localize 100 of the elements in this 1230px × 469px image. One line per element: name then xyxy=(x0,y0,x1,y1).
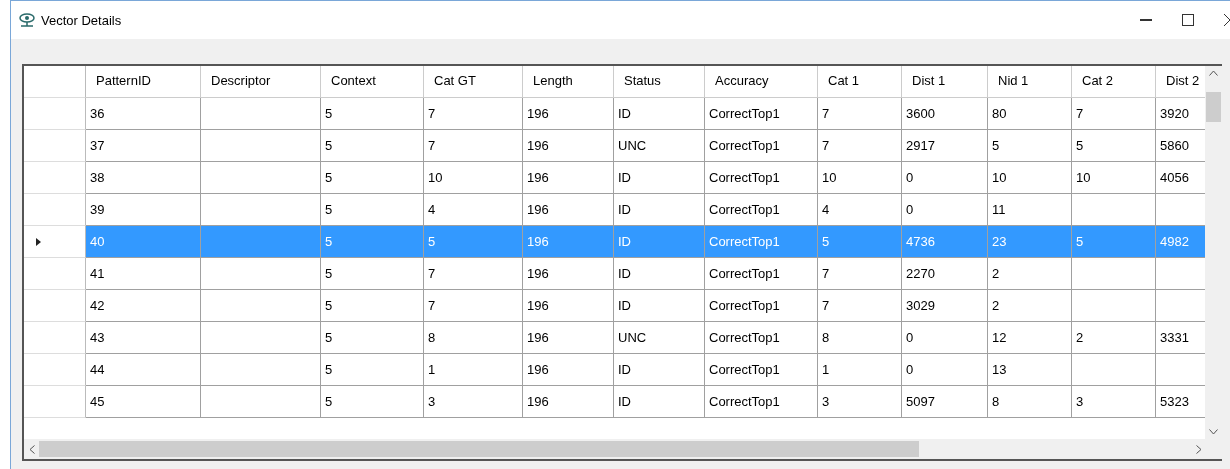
table-cell: CorrectTop1 xyxy=(705,130,818,162)
scroll-down-icon[interactable] xyxy=(1209,429,1218,435)
row-header[interactable] xyxy=(24,386,86,418)
table-cell: 38 xyxy=(86,162,201,194)
table-cell: 44 xyxy=(86,354,201,386)
table-cell: 5 xyxy=(818,226,902,258)
table-cell: 4 xyxy=(818,194,902,226)
table-cell: 39 xyxy=(86,194,201,226)
column-header[interactable]: Status xyxy=(614,66,705,98)
table-cell: ID xyxy=(614,354,705,386)
table-cell: 80 xyxy=(988,98,1072,130)
table-cell: ID xyxy=(614,226,705,258)
table-cell: 23 xyxy=(988,226,1072,258)
table-cell: 11 xyxy=(988,194,1072,226)
table-cell: 7 xyxy=(424,98,523,130)
table-cell: 5 xyxy=(321,386,424,418)
table-cell: 5 xyxy=(988,130,1072,162)
column-header[interactable]: Cat 2 xyxy=(1072,66,1156,98)
row-header[interactable] xyxy=(24,226,86,258)
close-icon[interactable] xyxy=(1224,14,1230,26)
table-cell: 4736 xyxy=(902,226,988,258)
table-cell: 8 xyxy=(988,386,1072,418)
column-header[interactable]: Nid 1 xyxy=(988,66,1072,98)
column-header[interactable]: Descriptor xyxy=(201,66,321,98)
table-cell: ID xyxy=(614,258,705,290)
table-cell: 7 xyxy=(818,290,902,322)
table-cell: ID xyxy=(614,290,705,322)
table-cell: 3 xyxy=(1072,386,1156,418)
table-cell: 3600 xyxy=(902,98,988,130)
maximize-icon[interactable] xyxy=(1182,14,1194,26)
table-cell: CorrectTop1 xyxy=(705,290,818,322)
scroll-right-icon[interactable] xyxy=(1196,444,1202,454)
row-header[interactable] xyxy=(24,98,86,130)
scrollbar-thumb[interactable] xyxy=(39,441,919,457)
table-cell: 3 xyxy=(424,386,523,418)
table-cell: 40 xyxy=(86,226,201,258)
table-cell: 2917 xyxy=(902,130,988,162)
row-header[interactable] xyxy=(24,354,86,386)
table-cell: 10 xyxy=(424,162,523,194)
table-cell: CorrectTop1 xyxy=(705,386,818,418)
table-cell: 196 xyxy=(523,98,614,130)
column-header[interactable]: PatternID xyxy=(86,66,201,98)
table-cell: 5 xyxy=(321,194,424,226)
table-cell: CorrectTop1 xyxy=(705,226,818,258)
row-header[interactable] xyxy=(24,194,86,226)
row-header[interactable] xyxy=(24,258,86,290)
minimize-icon[interactable] xyxy=(1140,19,1152,21)
column-header[interactable]: Accuracy xyxy=(705,66,818,98)
table-cell: 5 xyxy=(424,226,523,258)
table-cell: 0 xyxy=(902,322,988,354)
table-cell: UNC xyxy=(614,130,705,162)
column-header[interactable]: Cat 1 xyxy=(818,66,902,98)
window-title: Vector Details xyxy=(41,12,122,28)
table-cell: 42 xyxy=(86,290,201,322)
table-cell: 196 xyxy=(523,194,614,226)
table-cell: 4 xyxy=(424,194,523,226)
table-cell: 5 xyxy=(321,130,424,162)
row-header[interactable] xyxy=(24,162,86,194)
table-cell: 37 xyxy=(86,130,201,162)
table-cell: 2 xyxy=(1072,322,1156,354)
table-cell: 196 xyxy=(523,130,614,162)
table-cell: 41 xyxy=(86,258,201,290)
table-cell: 0 xyxy=(902,162,988,194)
scroll-up-icon[interactable] xyxy=(1209,70,1218,76)
table-cell: 5097 xyxy=(902,386,988,418)
column-header[interactable]: Cat GT xyxy=(424,66,523,98)
column-header[interactable]: Context xyxy=(321,66,424,98)
scrollbar-thumb[interactable] xyxy=(1206,92,1221,122)
table-cell: 0 xyxy=(902,354,988,386)
table-cell: 3 xyxy=(818,386,902,418)
table-cell: 45 xyxy=(86,386,201,418)
table-cell: 43 xyxy=(86,322,201,354)
table-cell: CorrectTop1 xyxy=(705,194,818,226)
table-cell: ID xyxy=(614,194,705,226)
table-cell: ID xyxy=(614,386,705,418)
row-header[interactable] xyxy=(24,322,86,354)
table-cell: 2270 xyxy=(902,258,988,290)
table-cell: 4982 xyxy=(1156,226,1205,258)
table-cell: 0 xyxy=(902,194,988,226)
table-cell: 2 xyxy=(988,290,1072,322)
table-cell: 1 xyxy=(818,354,902,386)
table-cell: 196 xyxy=(523,290,614,322)
table-cell: 7 xyxy=(818,130,902,162)
table-cell: ID xyxy=(614,162,705,194)
table-cell: 5 xyxy=(321,98,424,130)
table-cell: 196 xyxy=(523,386,614,418)
table-cell: 7 xyxy=(818,98,902,130)
table-cell: 7 xyxy=(424,290,523,322)
table-cell: 5 xyxy=(321,226,424,258)
scroll-left-icon[interactable] xyxy=(29,444,35,454)
column-header[interactable]: Dist 1 xyxy=(902,66,988,98)
table-cell: 10 xyxy=(988,162,1072,194)
table-cell: 5 xyxy=(1072,130,1156,162)
column-header[interactable]: Length xyxy=(523,66,614,98)
current-row-icon xyxy=(36,237,41,246)
row-header[interactable] xyxy=(24,130,86,162)
table-cell: CorrectTop1 xyxy=(705,322,818,354)
row-header[interactable] xyxy=(24,290,86,322)
table-cell: 5 xyxy=(321,322,424,354)
table-cell: 5 xyxy=(321,162,424,194)
